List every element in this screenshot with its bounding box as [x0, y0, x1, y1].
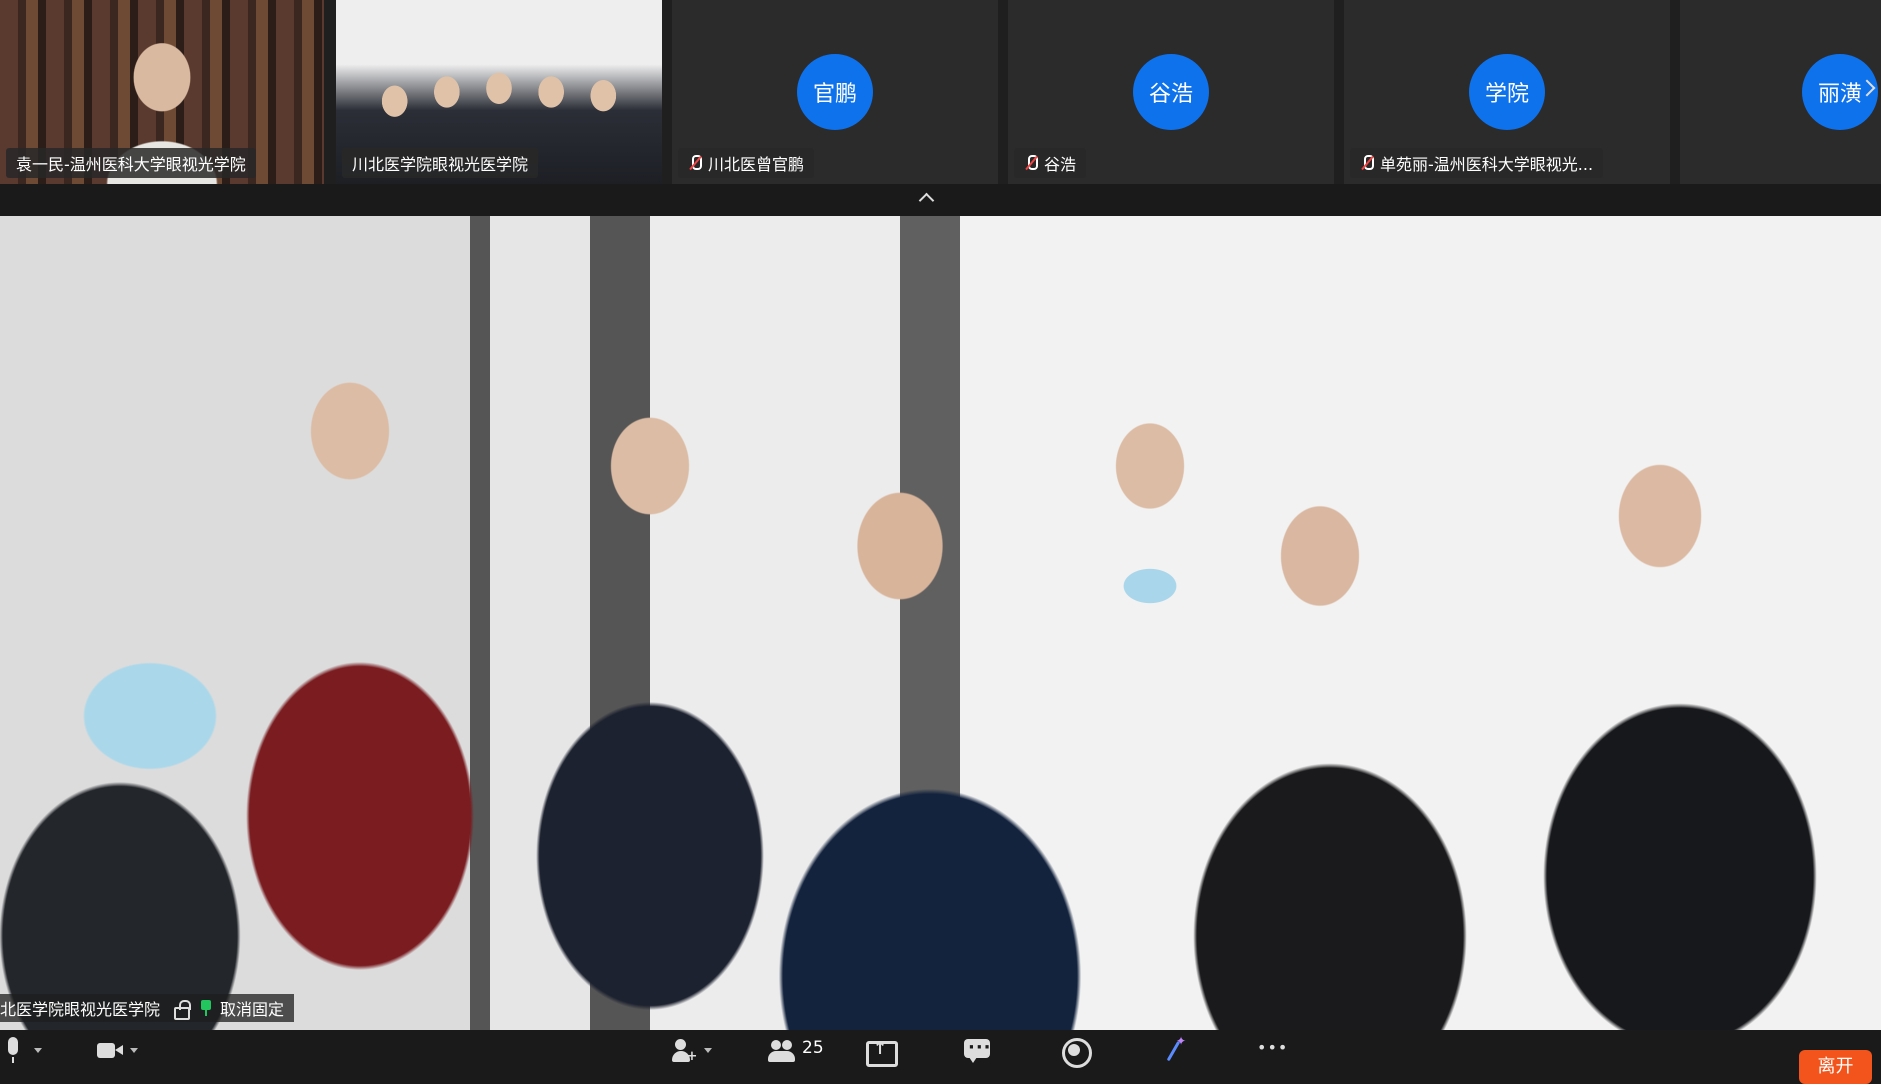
participant-tile[interactable]: 丽潢	[1680, 0, 1881, 184]
leave-button[interactable]: 离开	[1799, 1050, 1872, 1084]
invite-button[interactable]: +	[670, 1036, 712, 1072]
participant-tile[interactable]: 学院 单苑丽-温州医科大学眼视光...	[1344, 0, 1670, 184]
participants-icon	[768, 1036, 796, 1064]
participant-name: 单苑丽-温州医科大学眼视光...	[1380, 155, 1594, 174]
unpin-button[interactable]: 取消固定	[200, 996, 284, 1020]
mic-muted-icon	[1024, 154, 1038, 172]
participant-name-label: 谷浩	[1014, 148, 1087, 178]
participants-button[interactable]: 25	[768, 1036, 824, 1072]
chevron-right-icon[interactable]	[1859, 78, 1875, 100]
participants-count: 25	[802, 1038, 824, 1058]
participant-tile[interactable]: 谷浩 谷浩	[1008, 0, 1334, 184]
mic-muted-icon	[1360, 154, 1374, 172]
record-icon	[1060, 1036, 1092, 1068]
participant-name: 川北医曾官鹏	[708, 155, 805, 174]
participant-tile-active[interactable]: 川北医学院眼视光医学院	[336, 0, 662, 184]
participant-name: 谷浩	[1044, 155, 1077, 174]
main-video: 北医学院眼视光医学院 取消固定	[0, 216, 1881, 1030]
share-screen-button[interactable]	[865, 1036, 898, 1072]
participant-name: 川北医学院眼视光医学院	[352, 155, 529, 174]
chevron-down-icon[interactable]	[34, 1048, 42, 1053]
chat-button[interactable]	[963, 1036, 992, 1072]
participant-avatar: 谷浩	[1133, 54, 1209, 130]
avatar-initials: 学院	[1484, 82, 1529, 107]
unlock-icon[interactable]	[172, 1000, 192, 1020]
participant-name-label: 袁一民-温州医科大学眼视光学院	[6, 148, 256, 178]
mute-button[interactable]	[0, 1036, 42, 1072]
meeting-toolbar: + 25	[0, 1030, 1881, 1077]
share-screen-icon	[865, 1036, 898, 1067]
record-button[interactable]	[1060, 1036, 1092, 1072]
mic-muted-icon	[688, 154, 702, 172]
participant-tile[interactable]: 袁一民-温州医科大学眼视光学院	[0, 0, 324, 184]
apps-icon	[1160, 1034, 1188, 1064]
unpin-label: 取消固定	[220, 1000, 285, 1019]
participant-name: 袁一民-温州医科大学眼视光学院	[16, 155, 246, 174]
video-button[interactable]	[96, 1036, 138, 1072]
more-button[interactable]	[1255, 1036, 1288, 1072]
participant-name-label: 川北医学院眼视光医学院	[342, 148, 539, 178]
participant-tile[interactable]: 官鹏 川北医曾官鹏	[672, 0, 998, 184]
apps-button[interactable]	[1160, 1034, 1188, 1072]
chevron-down-icon[interactable]	[704, 1048, 712, 1053]
more-icon	[1255, 1036, 1288, 1064]
pinned-participant-name: 北医学院眼视光医学院	[0, 1000, 161, 1019]
participant-name-label: 川北医曾官鹏	[678, 148, 815, 178]
participant-avatar: 官鹏	[797, 54, 873, 130]
avatar-initials: 谷浩	[1148, 82, 1193, 107]
participant-avatar: 学院	[1469, 54, 1545, 130]
avatar-initials: 官鹏	[812, 82, 857, 107]
camera-icon	[96, 1036, 124, 1064]
avatar-initials: 丽潢	[1817, 82, 1862, 107]
chevron-up-icon[interactable]	[915, 192, 937, 204]
invite-icon: +	[670, 1036, 698, 1064]
mic-icon	[0, 1036, 28, 1064]
participants-strip: 袁一民-温州医科大学眼视光学院 川北医学院眼视光医学院 官鹏 川北医曾官鹏 谷浩…	[0, 0, 1881, 184]
chat-icon	[963, 1036, 992, 1064]
pinned-video-label: 北医学院眼视光医学院 取消固定	[0, 994, 295, 1022]
chevron-down-icon[interactable]	[130, 1048, 138, 1053]
participant-name-label: 单苑丽-温州医科大学眼视光...	[1350, 148, 1604, 178]
pin-icon	[200, 1000, 212, 1016]
